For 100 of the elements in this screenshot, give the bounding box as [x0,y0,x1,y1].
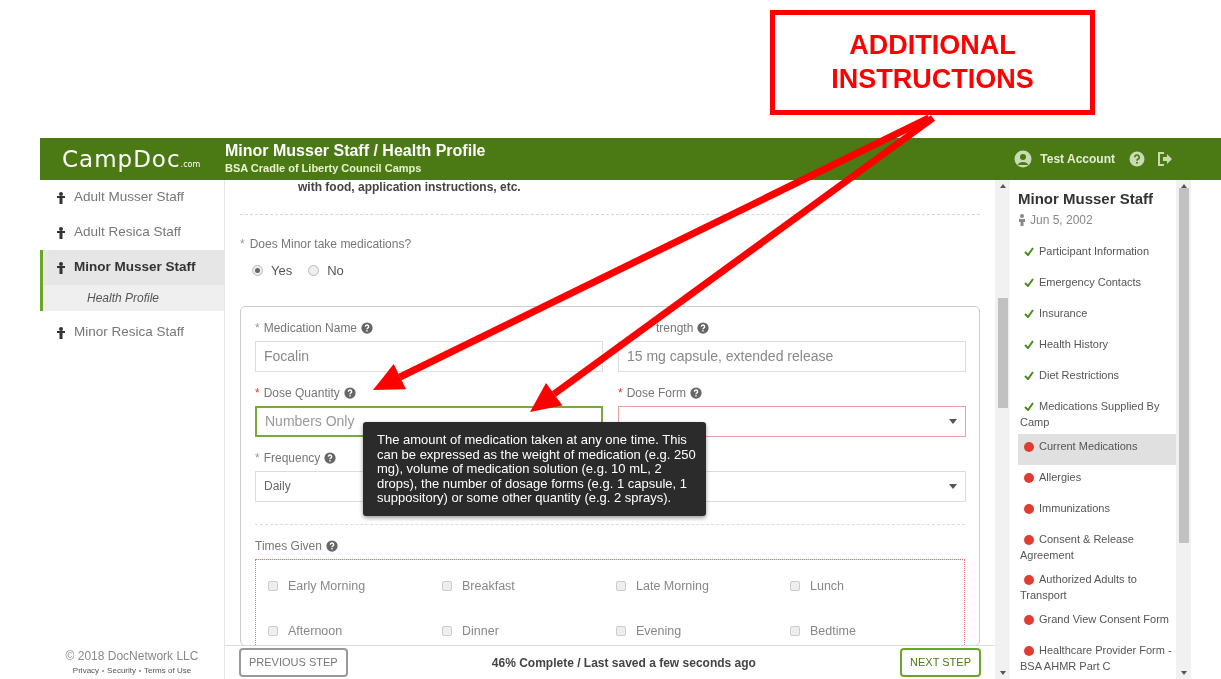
user-icon[interactable] [1014,150,1033,168]
callout-box: ADDITIONAL INSTRUCTIONS [770,10,1095,115]
help-icon[interactable] [690,386,702,399]
page-title: Minor Musser Staff / Health Profile [225,141,487,160]
help-icon[interactable] [1129,151,1145,167]
sidebar-item[interactable]: Minor Resica Staff [40,315,224,350]
required-asterisk: * [618,384,623,402]
person-icon [57,326,65,339]
help-icon[interactable] [697,321,710,334]
check-icon [1024,309,1034,319]
sidebar-item[interactable]: Minor Musser Staff [40,250,224,285]
step-item[interactable]: Allergies [1018,464,1176,496]
next-step-button[interactable]: NEXT STEP [900,648,981,677]
sidebar-label: Adult Resica Staff [74,223,182,242]
status-dot-icon [1024,614,1034,625]
step-item[interactable]: Authorized Adults to Transport [1018,566,1176,607]
step-item[interactable]: Health History [1018,331,1176,363]
field-label: Medication Name [263,319,358,337]
step-item[interactable]: Current Medications [1018,433,1176,465]
input-field[interactable]: 15 mg capsule, extended release [618,340,966,372]
checkbox[interactable] [790,626,800,636]
field-label: Frequency [263,449,321,467]
step-item[interactable]: Insurance [1018,300,1176,332]
step-item[interactable]: Healthcare Provider Form - BSA AHMR Part C [1018,637,1176,678]
field-label: trength [656,319,694,337]
checkbox[interactable] [268,626,278,636]
checkbox[interactable] [442,581,452,591]
footer-link[interactable]: Terms of Use [144,665,192,677]
status-dot-icon [1024,534,1034,545]
required-asterisk: * [255,319,260,337]
step-item[interactable]: Immunizations [1018,495,1176,527]
checkbox-label: Lunch [810,577,845,595]
birth-date: Jun 5, 2002 [1030,211,1093,229]
page-subtitle: BSA Cradle of Liberty Council Camps [225,160,423,176]
checkbox[interactable] [268,581,278,591]
radio-button[interactable] [252,265,263,277]
help-icon[interactable] [343,386,356,399]
checkbox-label: Afternoon [288,622,343,640]
status-dot-icon [1024,441,1034,452]
check-icon [1024,247,1034,257]
participant-name: Minor Musser Staff [1018,189,1154,209]
radio-label: No [327,262,344,280]
previous-step-button[interactable]: PREVIOUS STEP [239,648,348,677]
checkbox-label: Breakfast [462,577,515,595]
caret-icon [949,418,957,424]
required-asterisk: * [255,449,260,467]
question-label: Does Minor take medications? [249,237,412,251]
checkbox-label: Dinner [462,622,499,640]
sidebar-item[interactable]: Adult Resica Staff [40,215,224,250]
copyright-text: © 2018 DocNetwork LLC [64,648,200,665]
help-icon[interactable] [325,539,338,552]
person-icon [57,261,65,274]
checkbox[interactable] [442,626,452,636]
person-icon [57,226,65,239]
field-label: Dose Quantity [263,384,340,402]
check-icon [1024,371,1034,381]
check-icon [1024,340,1034,350]
checkbox[interactable] [616,581,626,591]
checkbox-label: Bedtime [810,622,856,640]
step-item[interactable]: Grand View Consent Form [1018,606,1176,638]
field-label: Dose Form [626,384,686,402]
scrollbar[interactable] [1176,180,1191,679]
help-icon[interactable] [361,321,374,334]
field-label: Times Given [255,537,322,555]
tooltip: The amount of medication taken at any one time. This can be expressed as the weight of medication (e.g. 250 mg), volume of medication solution (e.g. 10 mL, 2 drops), the number of dosage forms (e.g. 1 capsule, 1 suppository) or some other quantity (e.g. 2 sprays). [363,422,706,516]
step-item[interactable]: Participant Information [1018,238,1176,270]
sidebar-label: Adult Musser Staff [74,188,185,207]
check-icon [1024,278,1034,288]
person-icon [1018,213,1026,226]
status-dot-icon [1024,645,1034,656]
checkbox-label: Early Morning [288,577,366,595]
account-link[interactable]: Test Account [1040,150,1115,168]
sidebar-subitem[interactable]: Health Profile [40,285,224,311]
checkbox[interactable] [790,581,800,591]
radio-label: Yes [271,262,293,280]
sidebar-label: Minor Resica Staff [74,323,185,342]
progress-status: 46% Complete / Last saved a few seconds ago [491,654,756,672]
status-dot-icon [1024,574,1034,585]
step-item[interactable]: Diet Restrictions [1018,362,1176,394]
person-icon [57,191,65,204]
footer-link[interactable]: Security [107,665,136,677]
scrollbar[interactable] [995,180,1010,679]
logo-text[interactable]: CampDoc [62,145,181,172]
footer-link[interactable]: Privacy [72,665,100,677]
radio-button[interactable] [308,265,320,277]
checkbox-label: Evening [636,622,682,640]
step-item[interactable]: Medications Supplied By Camp [1018,393,1176,434]
required-asterisk: * [240,237,245,251]
check-icon [1024,402,1034,412]
step-item[interactable]: Consent & Release Agreement [1018,526,1176,567]
logo-suffix: .com [180,159,201,169]
logout-icon[interactable] [1157,151,1173,167]
instructions-text: with food, application instructions, etc. [297,180,522,194]
status-dot-icon [1024,472,1034,483]
checkbox[interactable] [616,626,626,636]
input-field[interactable]: Focalin [255,340,603,372]
sidebar-item[interactable]: Adult Musser Staff [40,180,224,215]
sidebar-label: Minor Musser Staff [74,258,196,277]
step-item[interactable]: Emergency Contacts [1018,269,1176,301]
help-icon[interactable] [324,451,337,464]
